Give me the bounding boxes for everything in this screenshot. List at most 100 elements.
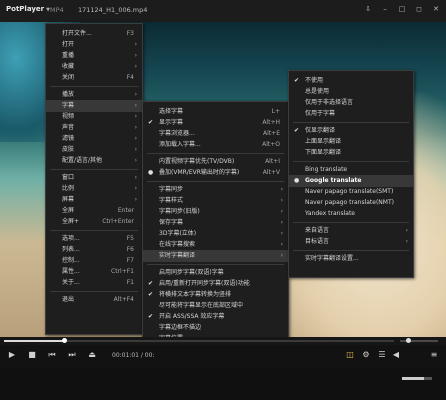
menu-item-label: 字幕样式 <box>159 197 184 204</box>
menu-separator <box>293 250 409 251</box>
menu-item-label: Bing translate <box>305 166 348 173</box>
menu-item[interactable]: 退出 Alt+F4 <box>46 294 142 306</box>
stop-icon[interactable]: ■ <box>26 350 38 359</box>
eject-icon[interactable]: ⏏ <box>86 350 98 359</box>
menu-separator <box>147 181 284 182</box>
menu-item-label: 窗口 <box>62 174 75 181</box>
menu-item-label: 叠加(VMR/EVR输出时的字幕) <box>159 169 240 176</box>
menu-item[interactable]: Yandex translate <box>289 208 413 220</box>
menu-item-label: 打开 <box>62 41 75 48</box>
menu-item-label: 关于... <box>62 279 80 286</box>
control-bar: ▶ ■ ⏮ ⏭ ⏏ 00:01:01 / 00: ◫ ⚙ ☰ ◀ ≡ <box>0 345 446 367</box>
menu-item[interactable]: ● 叠加(VMR/EVR输出时的字幕) Alt+V <box>143 167 288 179</box>
menu-item-label: 启用同步字幕(双语)字幕 <box>159 269 224 276</box>
menu-item-label: 仅用于字幕 <box>305 110 336 117</box>
menu-item-label: 保存字幕 <box>159 219 184 226</box>
menu-separator <box>293 222 409 223</box>
status-area <box>0 367 446 400</box>
menu-item-label: 显示字幕 <box>159 119 184 126</box>
submenu-arrow-icon: › <box>134 157 137 164</box>
menu-item-label: 配置/语言/其他 <box>62 157 103 164</box>
menu-item-label: 控制... <box>62 257 80 264</box>
seek-thumb[interactable] <box>62 338 67 343</box>
menu-separator <box>147 153 284 154</box>
menu-item-label: Naver papago translate(NMT) <box>305 199 394 206</box>
menu-icon[interactable]: ≡ <box>428 350 440 359</box>
previous-icon[interactable]: ⏮ <box>46 350 58 360</box>
menu-item-label: Yandex translate <box>305 210 355 217</box>
menu-item[interactable]: 实时字幕翻译设置... <box>289 253 413 265</box>
menu-item-label: 尽可能将字幕显示在底部区域中 <box>159 302 244 309</box>
seek-thumb-secondary[interactable] <box>406 338 411 343</box>
menu-item-label: 字幕浏览器... <box>159 130 195 137</box>
menu-item[interactable]: 添加载入字幕... Alt+O <box>143 139 288 151</box>
menu-item-label: 在线字幕搜索 <box>159 241 196 248</box>
menu-item-label: 退出 <box>62 296 75 303</box>
menu-item[interactable]: 仅用于字幕 <box>289 108 413 120</box>
menu-item[interactable]: 关闭 F4 <box>46 72 142 84</box>
menu-item[interactable]: 下面显示翻译 <box>289 147 413 159</box>
menu-item[interactable]: 目标语言 › <box>289 236 413 248</box>
volume-slider[interactable] <box>402 377 432 380</box>
menu-item-shortcut: Alt+V <box>262 169 280 176</box>
format-label: MP4 <box>50 6 64 14</box>
menu-item-label: 总是使用 <box>305 88 330 95</box>
menu-separator <box>50 169 138 170</box>
menu-item-label: 屏幕 <box>62 196 75 203</box>
seek-bar[interactable] <box>0 337 446 345</box>
menu-item-label: 皮肤 <box>62 146 75 153</box>
file-name: 171124_H1_006.mp4 <box>78 6 148 14</box>
menu-item[interactable]: 全屏+ Ctrl+Enter <box>46 216 142 228</box>
menu-item-label: 目标语言 <box>305 238 330 245</box>
menu-item-label: 实时字幕翻译 <box>159 252 196 259</box>
menu-item-label: 不使用 <box>305 77 324 84</box>
play-icon[interactable]: ▶ <box>6 350 18 359</box>
menu-item-shortcut: F4 <box>126 74 134 81</box>
menu-item-label: 仅显示翻译 <box>305 127 336 134</box>
menu-item-label: 滤镜 <box>62 135 75 142</box>
menu-item-label: 全屏+ <box>62 218 80 225</box>
menu-separator <box>293 122 409 123</box>
menu-item-label: 字幕同步(旧版) <box>159 208 200 215</box>
menu-item[interactable]: 配置/语言/其他 › <box>46 155 142 167</box>
menu-item-label: 视频 <box>62 113 75 120</box>
menu-item-label: 重播 <box>62 52 75 59</box>
menu-item-label: 打开文件... <box>62 30 92 37</box>
menu-item-label: 关闭 <box>62 74 75 81</box>
menu-item-shortcut: Alt+F4 <box>113 296 134 303</box>
fullscreen-icon[interactable]: ◻ <box>415 5 423 13</box>
menu-separator <box>50 86 138 87</box>
menu-item-label: 全屏 <box>62 207 75 214</box>
menu-item-label: Google translate <box>305 177 362 184</box>
pin-icon[interactable]: ⇩ <box>364 5 372 13</box>
time-display: 00:01:01 / 00: <box>112 352 155 359</box>
submenu-arrow-icon: › <box>280 252 283 259</box>
translate-submenu: ✔ 不使用 总是使用 仅用于非选择语言 仅用于字幕 ✔ 仅显示翻译 上面显示翻译 下面显示翻译 B… <box>288 70 414 278</box>
menu-separator <box>50 230 138 231</box>
menu-item-label: 3D字幕(立体) <box>159 230 197 237</box>
playlist-icon[interactable]: ☰ <box>376 350 388 359</box>
menu-item[interactable]: 关于... F1 <box>46 277 142 289</box>
title-bar: PotPlayer ▼ MP4 171124_H1_006.mp4 ⇩ – □ ◻… <box>0 0 446 23</box>
menu-item-label: 字幕 <box>62 102 75 109</box>
settings-icon[interactable]: ⚙ <box>360 350 372 359</box>
maximize-icon[interactable]: □ <box>398 5 406 13</box>
menu-item-label: 来自语言 <box>305 227 330 234</box>
menu-item-label: 上面显示翻译 <box>305 138 342 145</box>
next-icon[interactable]: ⏭ <box>66 350 78 360</box>
minimize-icon[interactable]: – <box>381 5 389 13</box>
menu-item-label: 选择字幕 <box>159 108 184 115</box>
menu-item-label: 收藏 <box>62 63 75 70</box>
speaker-icon[interactable]: ◀ <box>390 350 402 359</box>
menu-separator <box>50 291 138 292</box>
menu-item-label: 字幕边框不描边 <box>159 324 202 331</box>
radio-dot-icon: ● <box>148 169 154 176</box>
menu-item-label: 下面显示翻译 <box>305 149 342 156</box>
close-icon[interactable]: ✕ <box>432 5 440 13</box>
menu-separator <box>293 161 409 162</box>
app-logo-menu[interactable]: PotPlayer ▼ <box>6 5 50 13</box>
3d-icon[interactable]: ◫ <box>344 350 356 359</box>
menu-item-label: Naver papago translate(SMT) <box>305 188 394 195</box>
menu-item-label: 内置视频字幕优先(TV/DVB) <box>159 158 235 165</box>
menu-item[interactable]: 实时字幕翻译 › <box>143 250 288 262</box>
